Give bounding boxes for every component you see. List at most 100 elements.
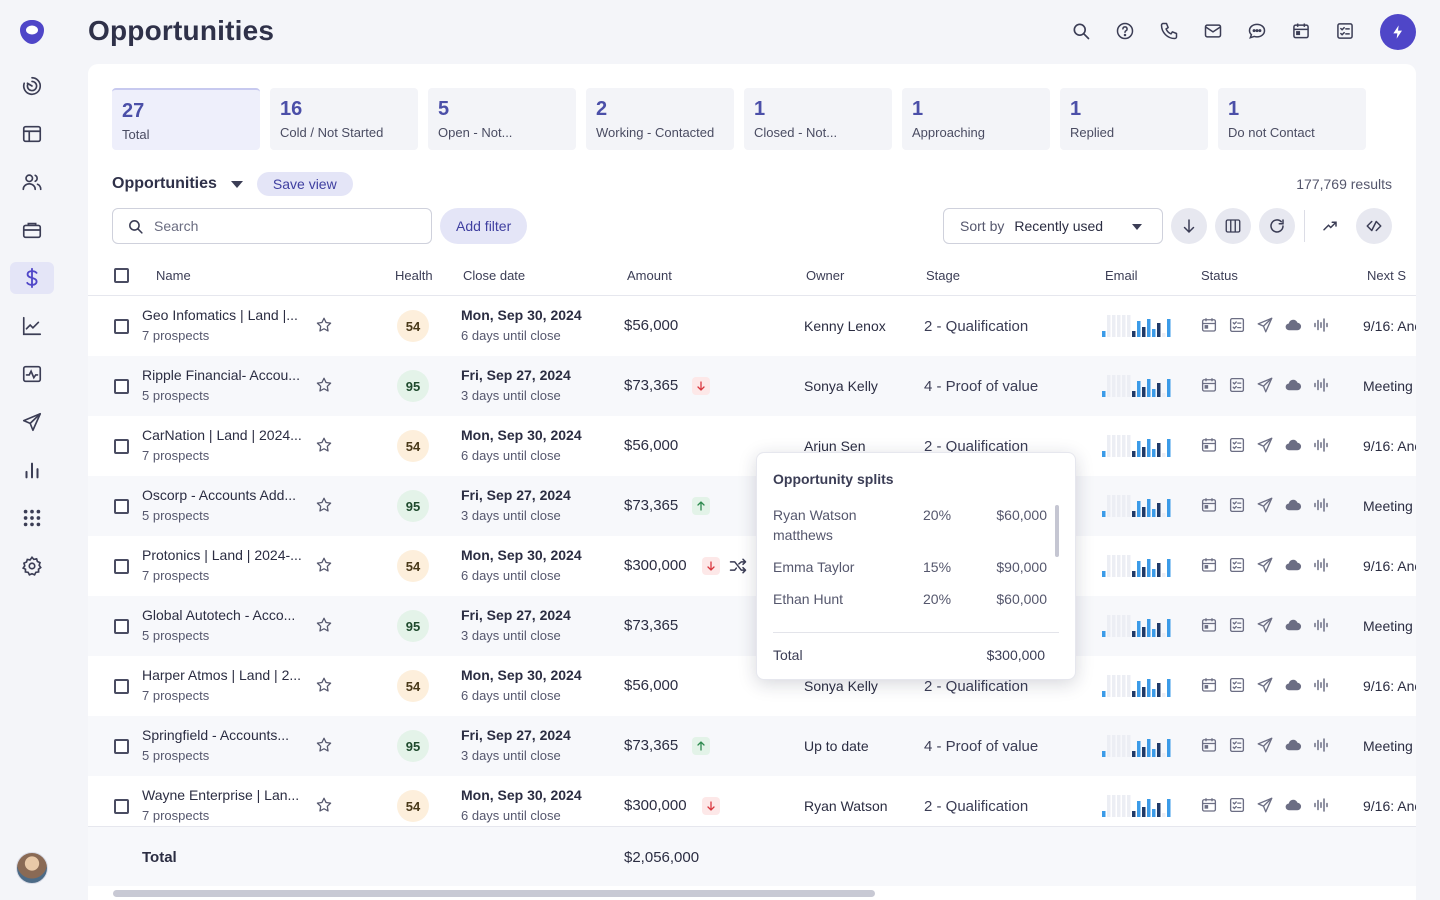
task-icon[interactable]	[1228, 496, 1246, 514]
collapse-button[interactable]	[1356, 208, 1392, 244]
opportunity-name[interactable]: Springfield - Accounts...	[142, 727, 310, 743]
task-icon[interactable]	[1228, 436, 1246, 454]
nav-gauge-icon[interactable]	[10, 70, 54, 102]
opportunity-name[interactable]: Ripple Financial- Accou...	[142, 367, 310, 383]
nav-gear-icon[interactable]	[10, 550, 54, 582]
task-icon[interactable]	[1228, 736, 1246, 754]
col-health[interactable]: Health	[395, 268, 433, 283]
waveform-icon[interactable]	[1312, 496, 1330, 514]
stat-tab-replied[interactable]: 1 Replied	[1060, 88, 1208, 150]
opportunity-name[interactable]: Oscorp - Accounts Add...	[142, 487, 310, 503]
cloud-icon[interactable]	[1284, 436, 1302, 454]
nav-layout-icon[interactable]	[10, 118, 54, 150]
opportunity-name[interactable]: Geo Infomatics | Land |...	[142, 307, 310, 323]
table-row[interactable]: Global Autotech - Acco... 5 prospects 95…	[88, 596, 1416, 656]
cloud-icon[interactable]	[1284, 376, 1302, 394]
send-icon[interactable]	[1256, 436, 1274, 454]
star-icon[interactable]	[315, 616, 333, 634]
table-row[interactable]: Geo Infomatics | Land |... 7 prospects 5…	[88, 296, 1416, 356]
nav-trending-icon[interactable]	[10, 310, 54, 342]
send-icon[interactable]	[1256, 736, 1274, 754]
table-row[interactable]: CarNation | Land | 2024... 7 prospects 5…	[88, 416, 1416, 476]
table-row[interactable]: Protonics | Land | 2024-... 7 prospects …	[88, 536, 1416, 596]
stat-tab-do-not-contact[interactable]: 1 Do not Contact	[1218, 88, 1366, 150]
nav-bar-chart-icon[interactable]	[10, 454, 54, 486]
calendar-icon[interactable]	[1200, 376, 1218, 394]
star-icon[interactable]	[315, 556, 333, 574]
waveform-icon[interactable]	[1312, 316, 1330, 334]
calendar-icon[interactable]	[1200, 556, 1218, 574]
task-icon[interactable]	[1228, 796, 1246, 814]
nav-users-icon[interactable]	[10, 166, 54, 198]
search-icon[interactable]	[1070, 20, 1092, 42]
row-checkbox[interactable]	[114, 499, 129, 514]
send-icon[interactable]	[1256, 796, 1274, 814]
nav-apps-grid-icon[interactable]	[10, 502, 54, 534]
opportunity-name[interactable]: Global Autotech - Acco...	[142, 607, 310, 623]
row-checkbox[interactable]	[114, 739, 129, 754]
col-name[interactable]: Name	[156, 268, 191, 283]
row-checkbox[interactable]	[114, 319, 129, 334]
logo-icon[interactable]	[17, 17, 47, 47]
row-checkbox[interactable]	[114, 439, 129, 454]
opportunity-name[interactable]: Protonics | Land | 2024-...	[142, 547, 310, 563]
horizontal-scrollbar[interactable]	[113, 890, 875, 897]
bolt-icon[interactable]	[1380, 14, 1416, 50]
star-icon[interactable]	[315, 736, 333, 754]
refresh-button[interactable]	[1259, 208, 1295, 244]
waveform-icon[interactable]	[1312, 796, 1330, 814]
opportunity-cell[interactable]: Springfield - Accounts... 5 prospects	[142, 727, 310, 763]
send-icon[interactable]	[1256, 496, 1274, 514]
opportunity-name[interactable]: Wayne Enterprise | Lan...	[142, 787, 310, 803]
col-status[interactable]: Status	[1201, 268, 1238, 283]
row-checkbox[interactable]	[114, 799, 129, 814]
view-dropdown-icon[interactable]	[230, 180, 243, 188]
row-checkbox[interactable]	[114, 619, 129, 634]
row-checkbox[interactable]	[114, 559, 129, 574]
col-amount[interactable]: Amount	[627, 268, 672, 283]
select-all-checkbox[interactable]	[114, 268, 129, 283]
phone-icon[interactable]	[1158, 20, 1180, 42]
task-icon[interactable]	[1228, 556, 1246, 574]
nav-send-icon[interactable]	[10, 406, 54, 438]
opportunity-cell[interactable]: Ripple Financial- Accou... 5 prospects	[142, 367, 310, 403]
col-close-date[interactable]: Close date	[463, 268, 525, 283]
stat-tab-total[interactable]: 27 Total	[112, 88, 260, 150]
table-row[interactable]: Springfield - Accounts... 5 prospects 95…	[88, 716, 1416, 776]
opportunity-cell[interactable]: Protonics | Land | 2024-... 7 prospects	[142, 547, 310, 583]
row-checkbox[interactable]	[114, 679, 129, 694]
waveform-icon[interactable]	[1312, 736, 1330, 754]
trend-button[interactable]	[1312, 208, 1348, 244]
star-icon[interactable]	[315, 496, 333, 514]
stat-tab-open[interactable]: 5 Open - Not...	[428, 88, 576, 150]
star-icon[interactable]	[315, 316, 333, 334]
calendar-icon[interactable]	[1200, 496, 1218, 514]
table-row[interactable]: Harper Atmos | Land | 2... 7 prospects 5…	[88, 656, 1416, 716]
cloud-icon[interactable]	[1284, 796, 1302, 814]
help-icon[interactable]	[1114, 20, 1136, 42]
waveform-icon[interactable]	[1312, 376, 1330, 394]
calendar-icon[interactable]	[1200, 736, 1218, 754]
opportunity-name[interactable]: CarNation | Land | 2024...	[142, 427, 310, 443]
calendar-icon[interactable]	[1200, 316, 1218, 334]
task-icon[interactable]	[1228, 676, 1246, 694]
sort-select[interactable]: Sort by Recently used	[943, 208, 1163, 244]
nav-dollar-icon[interactable]	[10, 262, 54, 294]
cloud-icon[interactable]	[1284, 676, 1302, 694]
calendar-icon[interactable]	[1200, 676, 1218, 694]
table-row[interactable]: Oscorp - Accounts Add... 5 prospects 95 …	[88, 476, 1416, 536]
chat-icon[interactable]	[1246, 20, 1268, 42]
search-input[interactable]	[154, 218, 394, 234]
send-icon[interactable]	[1256, 616, 1274, 634]
col-email[interactable]: Email	[1105, 268, 1138, 283]
cloud-icon[interactable]	[1284, 556, 1302, 574]
opportunity-cell[interactable]: CarNation | Land | 2024... 7 prospects	[142, 427, 310, 463]
calendar-icon[interactable]	[1200, 796, 1218, 814]
col-next[interactable]: Next S	[1367, 268, 1406, 283]
opportunity-cell[interactable]: Global Autotech - Acco... 5 prospects	[142, 607, 310, 643]
cloud-icon[interactable]	[1284, 316, 1302, 334]
task-icon[interactable]	[1228, 316, 1246, 334]
star-icon[interactable]	[315, 436, 333, 454]
send-icon[interactable]	[1256, 556, 1274, 574]
calendar-icon[interactable]	[1200, 436, 1218, 454]
